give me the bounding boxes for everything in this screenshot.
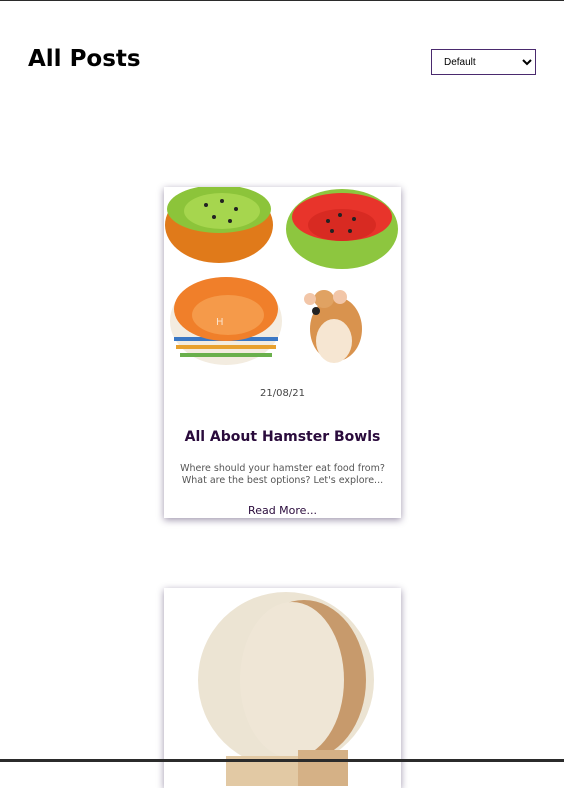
hamster-bowls-image: H <box>164 187 401 365</box>
read-more-link[interactable]: Read More... <box>164 504 401 517</box>
post-card[interactable] <box>164 588 401 788</box>
post-card[interactable]: H 21/08/21 All About Hamster Bowls Where… <box>164 187 401 518</box>
post-excerpt: Where should your hamster eat food from?… <box>180 463 385 486</box>
top-border <box>0 0 564 1</box>
post-date: 21/08/21 <box>260 388 305 399</box>
svg-text:H: H <box>216 317 224 328</box>
sort-select[interactable]: Default <box>431 49 536 75</box>
page-title: All Posts <box>28 46 141 72</box>
hamster-wheel-image <box>164 588 401 788</box>
post-title[interactable]: All About Hamster Bowls <box>164 429 401 445</box>
